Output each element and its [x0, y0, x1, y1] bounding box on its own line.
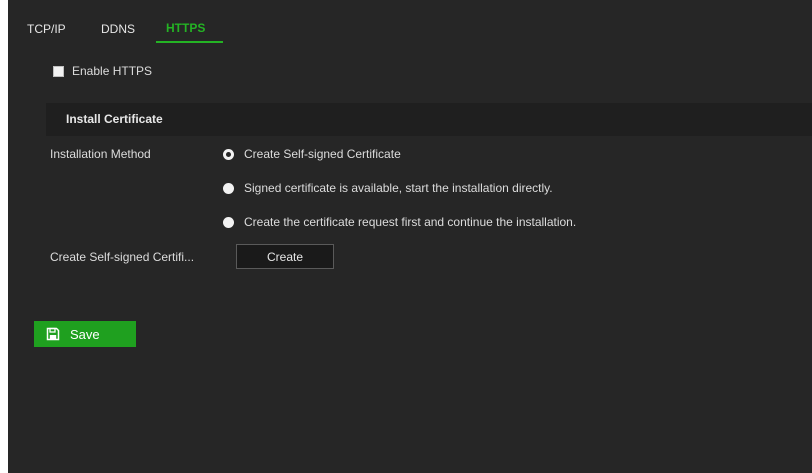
save-button[interactable]: Save [34, 321, 136, 347]
enable-https-checkbox[interactable] [53, 65, 64, 77]
active-tab-indicator [156, 41, 223, 43]
radio-self-signed[interactable] [223, 148, 234, 160]
save-icon [46, 327, 60, 341]
tab-tcpip[interactable]: TCP/IP [27, 22, 66, 36]
radio-option-request-first[interactable]: Create the certificate request first and… [223, 214, 576, 230]
https-settings-panel: TCP/IP DDNS HTTPS Enable HTTPS Install C… [8, 0, 812, 473]
radio-option-self-signed[interactable]: Create Self-signed Certificate [223, 146, 401, 162]
enable-https-row[interactable]: Enable HTTPS [53, 63, 152, 79]
radio-signed-available[interactable] [223, 182, 234, 194]
tab-https[interactable]: HTTPS [166, 21, 205, 35]
radio-signed-available-label: Signed certificate is available, start t… [244, 181, 553, 195]
create-button[interactable]: Create [236, 244, 334, 269]
radio-option-signed-available[interactable]: Signed certificate is available, start t… [223, 180, 553, 196]
tab-bar: TCP/IP DDNS HTTPS [8, 0, 812, 44]
install-certificate-header: Install Certificate [46, 103, 812, 136]
radio-self-signed-label: Create Self-signed Certificate [244, 147, 401, 161]
installation-method-label: Installation Method [50, 147, 151, 161]
tab-ddns[interactable]: DDNS [101, 22, 135, 36]
create-self-signed-label: Create Self-signed Certifi... [50, 250, 195, 264]
radio-request-first[interactable] [223, 216, 234, 228]
radio-request-first-label: Create the certificate request first and… [244, 215, 577, 229]
enable-https-label: Enable HTTPS [72, 64, 153, 78]
save-button-label: Save [70, 326, 100, 342]
